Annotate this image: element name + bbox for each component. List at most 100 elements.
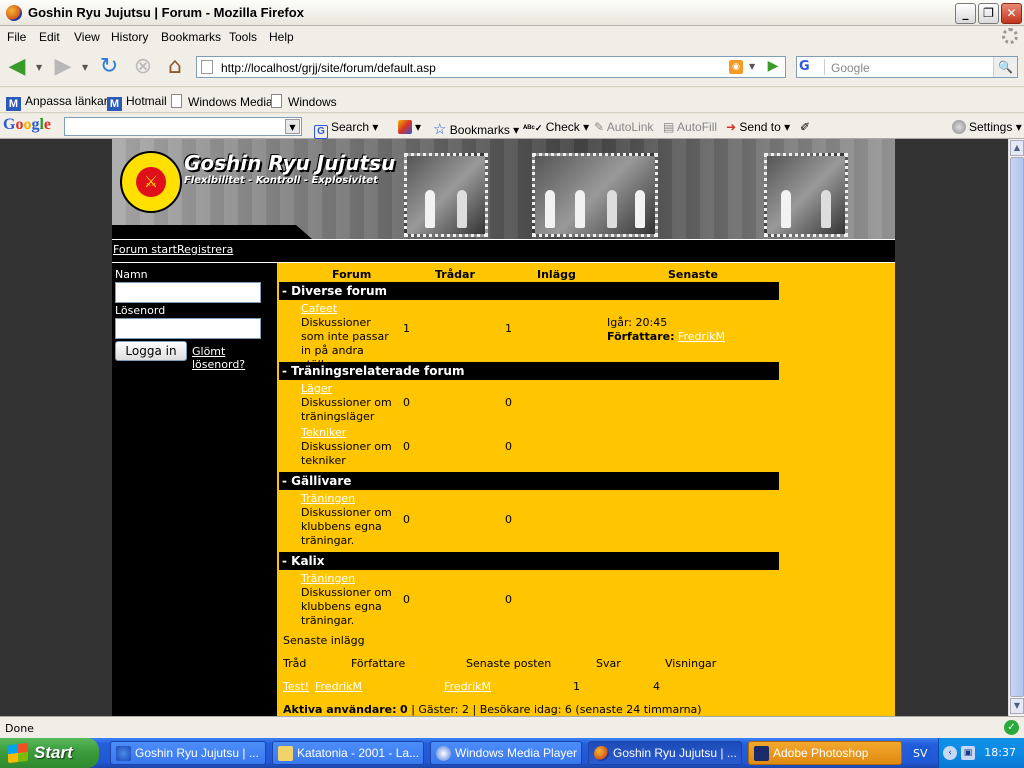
banner-photo (764, 153, 848, 237)
start-label: Start (34, 743, 73, 762)
category-diverse[interactable]: - Diverse forum (279, 282, 779, 300)
author-link[interactable]: FredrikM (678, 330, 725, 343)
stop-icon[interactable]: ⊗ (130, 55, 156, 79)
category-traning[interactable]: - Träningsrelaterade forum (279, 362, 779, 380)
browser-window: Goshin Ryu Jujutsu | Forum - Mozilla Fir… (0, 0, 1024, 768)
forum-desc: Diskussioner om träningsläger (301, 396, 392, 423)
checkmark-icon[interactable]: ✓ (1004, 720, 1019, 735)
recent-last-link[interactable]: FredrikM (444, 680, 491, 693)
back-dropdown-icon[interactable]: ▼ (36, 63, 42, 72)
google-options-button[interactable]: ▾ (398, 120, 421, 134)
search-bar[interactable]: G Google 🔍 (796, 56, 1018, 78)
forum-link-lager[interactable]: Läger (301, 382, 332, 395)
back-icon[interactable]: ◀ (4, 55, 30, 79)
google-g-icon: G (314, 125, 328, 139)
task-firefox-2[interactable]: Goshin Ryu Jujutsu | ... (588, 741, 742, 765)
forum-link-cafeet[interactable]: Cafeet (301, 302, 337, 315)
google-settings-button[interactable]: Settings ▾ (952, 120, 1022, 134)
maximize-button[interactable]: ❐ (978, 3, 999, 24)
menu-file[interactable]: File (7, 30, 26, 44)
google-search-input[interactable]: ▼ (64, 117, 302, 136)
bookmark-windows[interactable]: Windows (271, 94, 337, 109)
forum-posts: 1 (505, 322, 512, 335)
reload-icon[interactable]: ↻ (96, 55, 122, 79)
forward-dropdown-icon[interactable]: ▼ (82, 63, 88, 72)
bookmark-hotmail[interactable]: M Hotmail (107, 94, 167, 111)
recent-author-link[interactable]: FredrikM (315, 680, 362, 693)
google-bookmarks-button[interactable]: ☆ Bookmarks ▾ (433, 120, 519, 138)
forum-link-traningen[interactable]: Träningen (301, 572, 355, 585)
banner-divider (112, 225, 312, 239)
menu-bookmarks[interactable]: Bookmarks (161, 30, 221, 44)
throbber-icon (1002, 28, 1018, 44)
url-text[interactable]: http://localhost/grjj/site/forum/default… (221, 61, 436, 75)
recent-thread-link[interactable]: Test! (283, 680, 309, 693)
vertical-scrollbar[interactable]: ▲ ▼ (1008, 139, 1024, 716)
status-bar: Done ✓ (0, 716, 1024, 738)
network-icon[interactable]: ▣ (961, 746, 975, 760)
task-label: Goshin Ryu Jujutsu | ... (613, 746, 737, 760)
url-dropdown-icon[interactable]: ▼ (749, 62, 755, 71)
scroll-down-icon[interactable]: ▼ (1010, 698, 1024, 714)
google-sendto-button[interactable]: ➜ Send to ▾ (726, 120, 790, 134)
google-autofill-button[interactable]: ▤ AutoFill (663, 120, 717, 134)
search-engine-icon[interactable]: G (799, 59, 825, 75)
nav-registrera[interactable]: Registrera (177, 243, 233, 256)
minimize-button[interactable]: _ (955, 3, 976, 24)
nav-forum-start[interactable]: Forum start (113, 243, 177, 256)
menu-tools[interactable]: Tools (229, 30, 257, 44)
forum-link-traningen[interactable]: Träningen (301, 492, 355, 505)
highlighter-icon[interactable]: ✐ (800, 120, 810, 134)
clock: 18:37 (984, 746, 1016, 759)
chevron-down-icon[interactable]: ▼ (285, 119, 300, 134)
forum-desc: Diskussioner om klubbens egna träningar. (301, 506, 392, 547)
page-icon (171, 94, 182, 108)
google-search-button[interactable]: G Search ▾ (314, 120, 378, 139)
google-check-button[interactable]: ᴬᴮᶜ✓ Check ▾ (523, 120, 589, 134)
scrollbar-thumb[interactable] (1010, 157, 1024, 697)
task-label: Adobe Photoshop (773, 746, 869, 760)
start-button[interactable]: Start (0, 738, 99, 768)
task-firefox-1[interactable]: Goshin Ryu Jujutsu | ... (110, 741, 266, 765)
go-icon[interactable]: ▶ (763, 58, 783, 76)
google-logo: Google (3, 116, 52, 133)
task-katatonia[interactable]: Katatonia - 2001 - La... (272, 741, 424, 765)
close-button[interactable]: ✕ (1001, 3, 1022, 24)
menu-edit[interactable]: Edit (39, 30, 60, 44)
search-placeholder[interactable]: Google (831, 61, 870, 75)
menu-history[interactable]: History (111, 30, 148, 44)
login-button[interactable]: Logga in (115, 341, 187, 361)
forum-posts: 0 (505, 396, 512, 409)
tray-arrow-icon[interactable]: ‹ (943, 746, 957, 760)
google-autolink-button[interactable]: ✎ AutoLink (594, 120, 653, 134)
category-kalix[interactable]: - Kalix (279, 552, 779, 570)
url-bar[interactable]: http://localhost/grjj/site/forum/default… (196, 56, 786, 78)
language-indicator[interactable]: SV (910, 746, 931, 761)
rss-icon[interactable]: ◉ (729, 60, 743, 74)
forgot-password-link[interactable]: Glömt lösenord? (192, 345, 277, 371)
home-icon[interactable]: ⌂ (162, 55, 188, 79)
forward-icon[interactable]: ▶ (50, 55, 76, 79)
firefox-icon (594, 746, 609, 761)
google-bookmarks-label: Bookmarks (449, 123, 510, 137)
recent-views: 4 (653, 680, 660, 693)
task-media-player[interactable]: Windows Media Player (430, 741, 582, 765)
status-text: Done (5, 722, 34, 735)
task-photoshop[interactable]: Adobe Photoshop (748, 741, 902, 765)
name-field[interactable] (115, 282, 261, 303)
system-tray: ‹ ▣ 18:37 (938, 738, 1024, 768)
password-field[interactable] (115, 318, 261, 339)
club-logo: ⚔ (120, 151, 182, 213)
menu-view[interactable]: View (74, 30, 100, 44)
search-icon[interactable]: 🔍 (993, 57, 1017, 77)
scroll-up-icon[interactable]: ▲ (1010, 140, 1024, 156)
category-gallivare[interactable]: - Gällivare (279, 472, 779, 490)
banner-photo (532, 153, 658, 237)
bookmark-anpassa[interactable]: M Anpassa länkar (6, 94, 108, 111)
bookmarks-toolbar: M Anpassa länkar M Hotmail Windows Media W… (0, 88, 1024, 113)
figure (425, 190, 435, 228)
menu-help[interactable]: Help (269, 30, 294, 44)
ie-icon (116, 746, 131, 761)
forum-link-tekniker[interactable]: Tekniker (301, 426, 346, 439)
bookmark-windows-media[interactable]: Windows Media (171, 94, 273, 109)
